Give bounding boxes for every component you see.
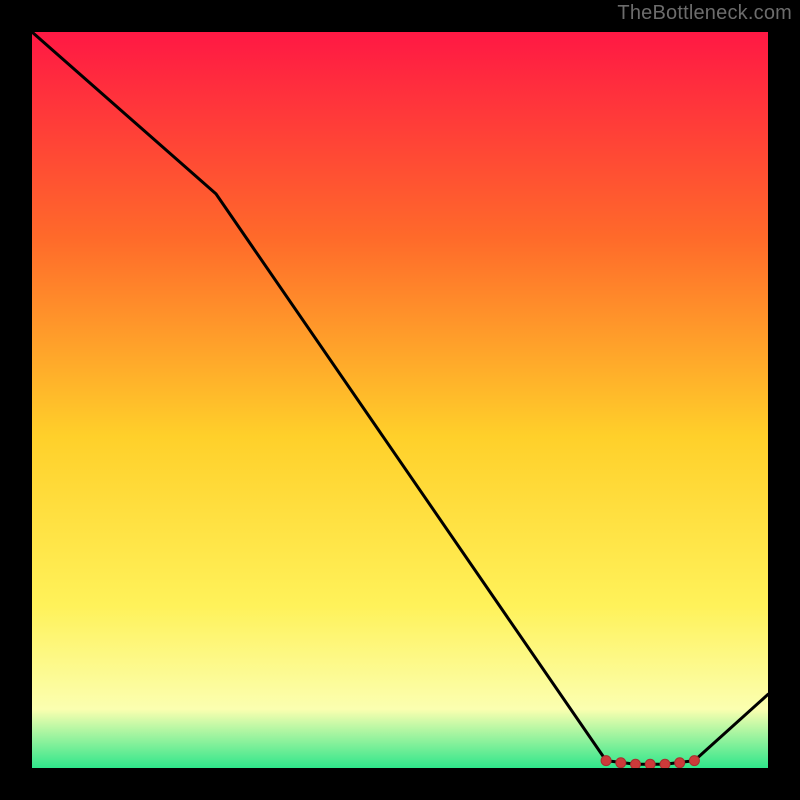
marker-dot (645, 759, 655, 768)
marker-dot (631, 759, 641, 768)
heat-gradient-rect (32, 32, 768, 768)
chart-frame: TheBottleneck.com (0, 0, 800, 800)
marker-dot (689, 756, 699, 766)
marker-dot (601, 756, 611, 766)
marker-dot (616, 758, 626, 768)
watermark-text: TheBottleneck.com (617, 2, 792, 25)
plot-area (32, 32, 768, 768)
chart-svg (32, 32, 768, 768)
marker-dot (660, 759, 670, 768)
marker-dot (675, 758, 685, 768)
